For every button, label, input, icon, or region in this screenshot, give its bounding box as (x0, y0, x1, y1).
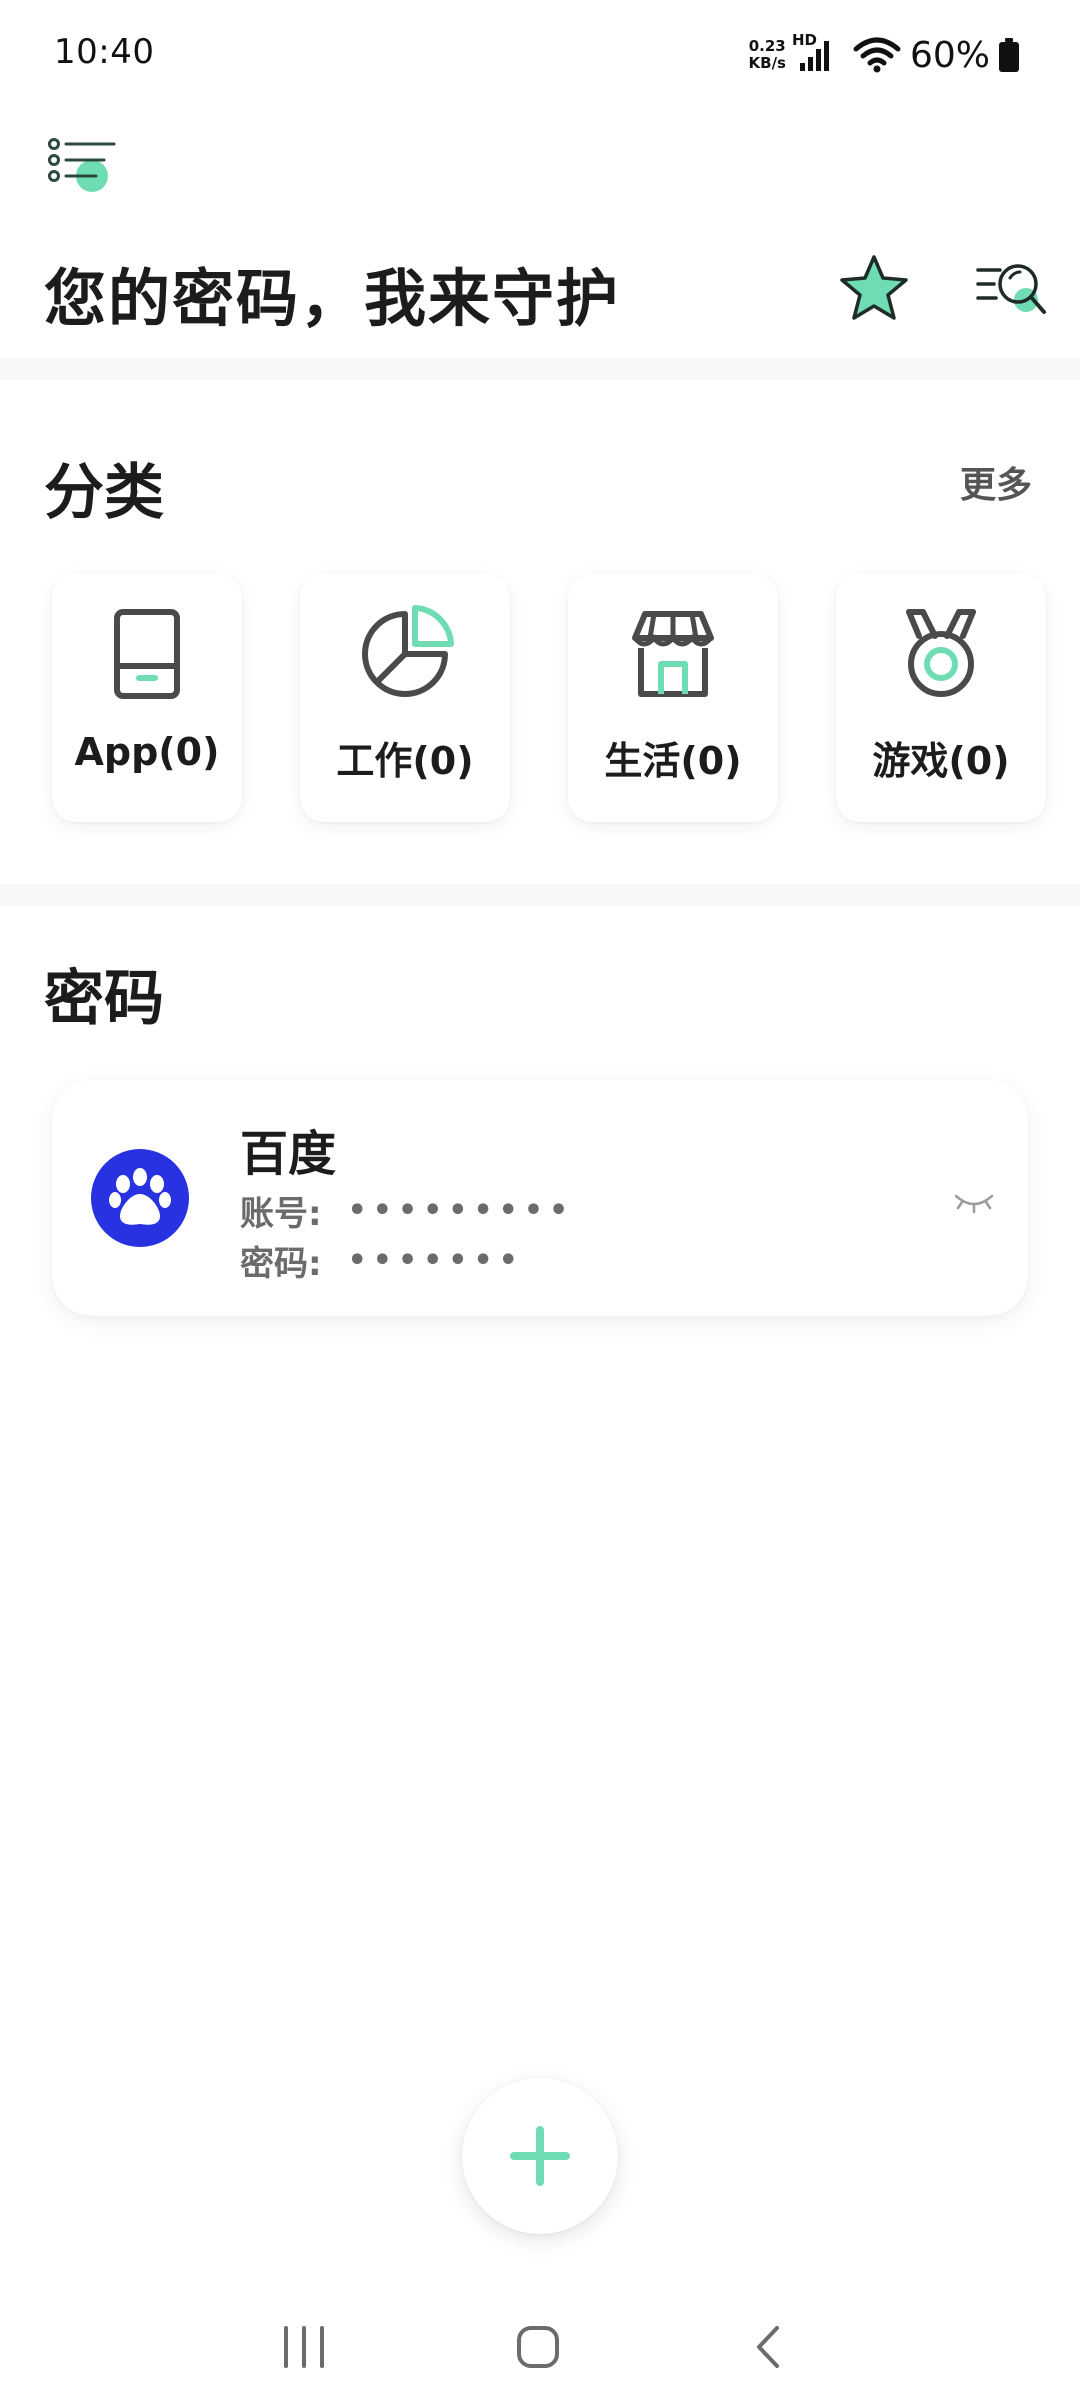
toggle-visibility-button[interactable] (952, 1186, 996, 1216)
divider (0, 884, 1080, 906)
menu-list-icon (48, 138, 116, 192)
plus-icon (510, 2126, 570, 2186)
menu-button[interactable] (44, 130, 124, 200)
recents-icon (284, 2326, 324, 2368)
back-icon (757, 2326, 779, 2368)
password-item[interactable]: 百度 账号: ••••••••• 密码: ••••••• (52, 1080, 1028, 1316)
network-speed-value: 0.23 (748, 37, 786, 55)
password-label: 密码: (240, 1244, 322, 1284)
medal-icon (906, 609, 976, 697)
category-app[interactable]: App(0) (52, 574, 242, 822)
passwords-title: 密码 (44, 964, 164, 1034)
status-icons: 0.23 KB/s HD 60% (749, 30, 1020, 80)
star-icon (840, 255, 908, 320)
baidu-paw-icon (91, 1149, 189, 1247)
pie-chart-icon (362, 605, 454, 697)
account-masked: ••••••••• (347, 1193, 575, 1228)
categories-title: 分类 (44, 458, 164, 528)
category-games[interactable]: 游戏(0) (836, 574, 1046, 822)
account-label: 账号: (240, 1194, 322, 1234)
password-item-name: 百度 (240, 1126, 337, 1182)
home-icon (517, 2326, 559, 2368)
back-button[interactable] (730, 2312, 810, 2382)
network-speed: 0.23 KB/s (749, 38, 786, 72)
wifi-icon (852, 35, 902, 75)
category-work[interactable]: 工作(0) (300, 574, 510, 822)
add-password-button[interactable] (462, 2078, 618, 2234)
category-life[interactable]: 生活(0) (568, 574, 778, 822)
page-title: 您的密码，我来守护 (44, 262, 621, 335)
battery-percent: 60% (909, 34, 990, 76)
screen: 10:40 0.23 KB/s HD 60% 您的密码，我来守护 分类 更多 A… (0, 0, 1080, 2400)
home-button[interactable] (498, 2312, 578, 2382)
store-icon (632, 611, 714, 697)
password-row: 密码: ••••••• (240, 1236, 524, 1285)
search-button[interactable] (972, 256, 1052, 326)
more-categories-link[interactable]: 更多 (960, 456, 1032, 508)
password-masked: ••••••• (347, 1243, 524, 1278)
category-label: 工作(0) (336, 739, 474, 783)
status-bar: 10:40 0.23 KB/s HD 60% (0, 0, 1080, 110)
category-label: 游戏(0) (872, 739, 1010, 783)
favorites-button[interactable] (838, 252, 910, 324)
status-time: 10:40 (54, 32, 155, 72)
eye-closed-icon (954, 1194, 994, 1214)
category-label: 生活(0) (604, 739, 742, 783)
list-search-icon (976, 264, 1046, 314)
signal-icon: HD (792, 31, 834, 75)
account-row: 账号: ••••••••• (240, 1186, 574, 1235)
battery-icon (998, 37, 1020, 73)
divider (0, 358, 1080, 380)
recents-button[interactable] (264, 2312, 344, 2382)
category-label: App(0) (74, 730, 220, 774)
tablet-icon (114, 609, 180, 699)
system-nav-bar (0, 2290, 1080, 2400)
network-speed-unit: KB/s (748, 54, 786, 72)
